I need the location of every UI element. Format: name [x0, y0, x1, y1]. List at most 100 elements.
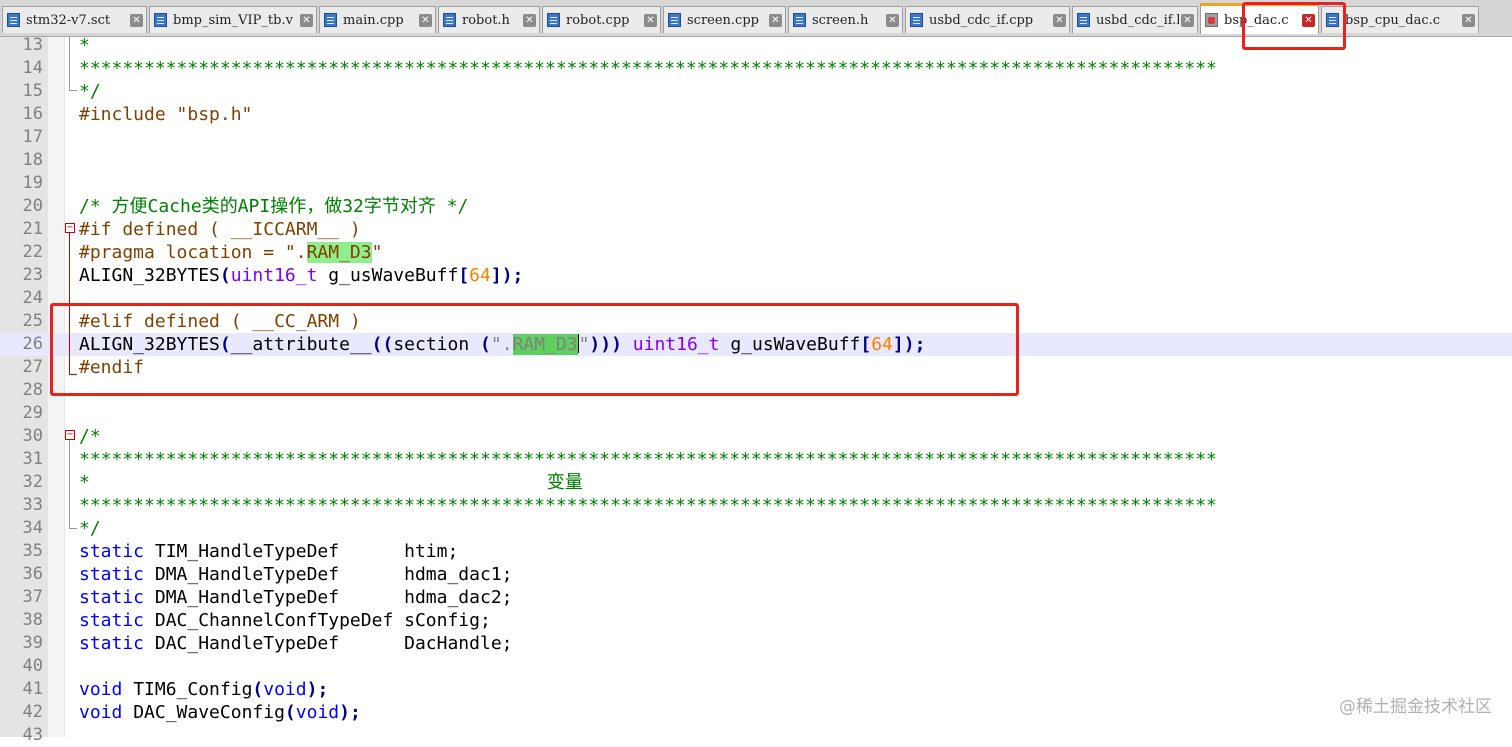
code-line[interactable]: 36 static DMA_HandleTypeDef hdma_dac1; — [0, 563, 1512, 586]
code-token: [ — [860, 334, 872, 355]
tab-label: robot.cpp — [566, 12, 630, 28]
code-token: DAC_HandleTypeDef DacHandle; — [144, 633, 513, 654]
code-line[interactable]: 15 */ — [0, 80, 1512, 103]
code-line[interactable]: 27 #endif — [0, 356, 1512, 379]
line-number: 18 — [22, 150, 43, 170]
line-number: 29 — [22, 403, 43, 423]
fold-toggle-comment[interactable]: − — [65, 430, 75, 440]
code-token: ( — [219, 334, 231, 355]
close-icon[interactable]: ✕ — [419, 13, 432, 27]
line-number: 28 — [22, 380, 43, 400]
close-icon[interactable]: ✕ — [1053, 13, 1066, 27]
code-token: ); — [306, 679, 329, 700]
code-line[interactable]: 29 — [0, 402, 1512, 425]
code-line[interactable]: 19 — [0, 172, 1512, 195]
code-token: section — [393, 334, 481, 355]
close-icon[interactable]: ✕ — [769, 13, 782, 27]
close-icon[interactable]: ✕ — [886, 13, 899, 27]
code-line[interactable]: 22 #pragma location = ".RAM_D3" — [0, 241, 1512, 264]
code-token: static — [79, 541, 145, 562]
code-line[interactable]: 35 static TIM_HandleTypeDef htim; — [0, 540, 1512, 563]
code-token: ( — [480, 334, 491, 355]
code-text: #if defined ( __ICCARM__ ) — [79, 218, 361, 241]
close-icon[interactable]: ✕ — [523, 13, 536, 27]
code-line[interactable]: 18 — [0, 149, 1512, 172]
code-line[interactable]: 13 * — [0, 34, 1512, 57]
close-icon[interactable]: ✕ — [1302, 13, 1315, 27]
code-line[interactable]: 38 static DAC_ChannelConfTypeDef sConfig; — [0, 609, 1512, 632]
line-number: 22 — [22, 242, 43, 262]
code-line-current[interactable]: 26 ALIGN_32BYTES(__attribute__((section (… — [0, 333, 1512, 356]
code-token: uint16_t — [230, 265, 318, 286]
tab-bsp-cpu-dac-c[interactable]: bsp_cpu_dac.c ✕ — [1321, 6, 1479, 33]
tab-screen-h[interactable]: screen.h ✕ — [788, 6, 903, 33]
code-token: ))) — [589, 334, 633, 355]
code-token: ALIGN_32BYTES — [79, 265, 220, 286]
fold-end-marker — [69, 90, 77, 91]
close-icon[interactable]: ✕ — [300, 13, 313, 27]
code-text: #include "bsp.h" — [79, 103, 252, 126]
code-token: TIM6_Config — [122, 679, 253, 700]
file-saved-icon — [793, 12, 807, 28]
tab-usbd-cdc-if-h[interactable]: usbd_cdc_if.h ✕ — [1072, 6, 1198, 33]
code-line[interactable]: 16 #include "bsp.h" — [0, 103, 1512, 126]
code-line[interactable]: 31 **************************************… — [0, 448, 1512, 471]
tab-bsp-dac-c[interactable]: bsp_dac.c ✕ — [1200, 3, 1319, 34]
code-token: ****************************************… — [79, 495, 1217, 516]
tab-label: screen.h — [812, 12, 869, 28]
code-token: 64 — [871, 334, 893, 355]
code-line[interactable]: 34 */ — [0, 517, 1512, 540]
tab-stm32-v7-sct[interactable]: stm32-v7.sct ✕ — [2, 6, 147, 33]
code-line[interactable]: 37 static DMA_HandleTypeDef hdma_dac2; — [0, 586, 1512, 609]
code-editor[interactable]: 13 * 14 ***********************************… — [0, 34, 1512, 745]
code-line[interactable]: 23 ALIGN_32BYTES(uint16_t g_usWaveBuff[64… — [0, 264, 1512, 287]
close-icon[interactable]: ✕ — [1181, 13, 1194, 27]
line-number: 40 — [22, 656, 43, 676]
code-line[interactable]: 41 void TIM6_Config(void); — [0, 678, 1512, 701]
code-token: void — [263, 679, 307, 700]
tab-main-cpp[interactable]: main.cpp ✕ — [319, 6, 436, 33]
code-line[interactable]: 30 /* — [0, 425, 1512, 448]
fold-toggle-if[interactable]: − — [65, 223, 75, 233]
code-line[interactable]: 43 — [0, 724, 1512, 747]
code-line[interactable]: 17 — [0, 126, 1512, 149]
code-text: static DMA_HandleTypeDef hdma_dac2; — [79, 586, 513, 609]
line-number: 26 — [22, 334, 43, 354]
code-token: static — [79, 633, 145, 654]
code-text: */ — [79, 80, 101, 103]
code-line[interactable]: 20 /* 方便Cache类的API操作，做32字节对齐 */ — [0, 195, 1512, 218]
file-modified-icon — [1205, 12, 1219, 28]
code-token: void — [79, 679, 123, 700]
code-line[interactable]: 42 void DAC_WaveConfig(void); — [0, 701, 1512, 724]
code-text: * 变量 — [79, 471, 583, 494]
tab-screen-cpp[interactable]: screen.cpp ✕ — [663, 6, 786, 33]
line-number: 38 — [22, 610, 43, 630]
tab-label: bsp_dac.c — [1224, 12, 1289, 28]
code-line[interactable]: 21 #if defined ( __ICCARM__ ) — [0, 218, 1512, 241]
close-icon[interactable]: ✕ — [644, 13, 657, 27]
code-line[interactable]: 39 static DAC_HandleTypeDef DacHandle; — [0, 632, 1512, 655]
tab-bmp-sim-vip-tb-v[interactable]: bmp_sim_VIP_tb.v ✕ — [149, 6, 317, 33]
code-token: DMA_HandleTypeDef hdma_dac2; — [144, 587, 513, 608]
code-token: ALIGN_32BYTES — [79, 334, 220, 355]
close-icon[interactable]: ✕ — [1462, 13, 1475, 27]
code-text: ALIGN_32BYTES(uint16_t g_usWaveBuff[64])… — [79, 264, 523, 287]
tab-robot-h[interactable]: robot.h ✕ — [438, 6, 540, 33]
tab-usbd-cdc-if-cpp[interactable]: usbd_cdc_if.cpp ✕ — [905, 6, 1070, 33]
code-line[interactable]: 40 — [0, 655, 1512, 678]
code-token: static — [79, 587, 145, 608]
watermark: @稀土掘金技术社区 — [1339, 697, 1492, 717]
code-line[interactable]: 24 — [0, 287, 1512, 310]
code-token: DAC_ChannelConfTypeDef sConfig; — [144, 610, 491, 631]
code-line[interactable]: 14 **************************************… — [0, 57, 1512, 80]
tab-robot-cpp[interactable]: robot.cpp ✕ — [542, 6, 661, 33]
code-line[interactable]: 28 — [0, 379, 1512, 402]
code-line[interactable]: 33 **************************************… — [0, 494, 1512, 517]
code-token: DAC_WaveConfig — [122, 702, 285, 723]
file-saved-icon — [154, 12, 168, 28]
code-line[interactable]: 32 * 变量 — [0, 471, 1512, 494]
close-icon[interactable]: ✕ — [130, 13, 143, 27]
line-number: 24 — [22, 288, 43, 308]
code-text: /* 方便Cache类的API操作，做32字节对齐 */ — [79, 195, 468, 218]
code-line[interactable]: 25 #elif defined ( __CC_ARM ) — [0, 310, 1512, 333]
